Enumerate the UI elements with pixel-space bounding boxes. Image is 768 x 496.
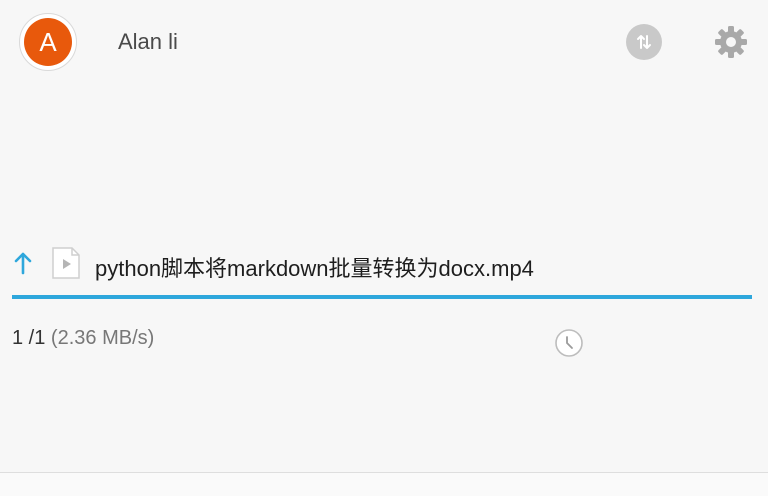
header-bar: A Alan li	[0, 0, 768, 90]
upload-item[interactable]: python脚本将markdown批量转换为docx.mp4	[12, 244, 752, 284]
clock-icon[interactable]	[554, 328, 584, 358]
transfer-stats: 1 /1 (2.36 MB/s)	[12, 327, 154, 350]
transfer-speed: (2.36 MB/s)	[50, 327, 155, 349]
username: Alan li	[118, 29, 178, 54]
avatar[interactable]: A	[24, 18, 72, 66]
sync-arrows-icon	[637, 35, 651, 49]
settings-button[interactable]	[713, 24, 749, 60]
upload-arrow-icon	[14, 252, 32, 275]
progress-fill	[12, 295, 752, 299]
gear-icon	[715, 26, 747, 58]
video-file-icon	[52, 247, 80, 279]
progress-bar	[12, 295, 752, 299]
footer-bar	[0, 473, 768, 496]
sync-button[interactable]	[626, 24, 662, 60]
file-name: python脚本将markdown批量转换为docx.mp4	[95, 256, 534, 281]
file-count: 1 /1	[12, 327, 46, 349]
